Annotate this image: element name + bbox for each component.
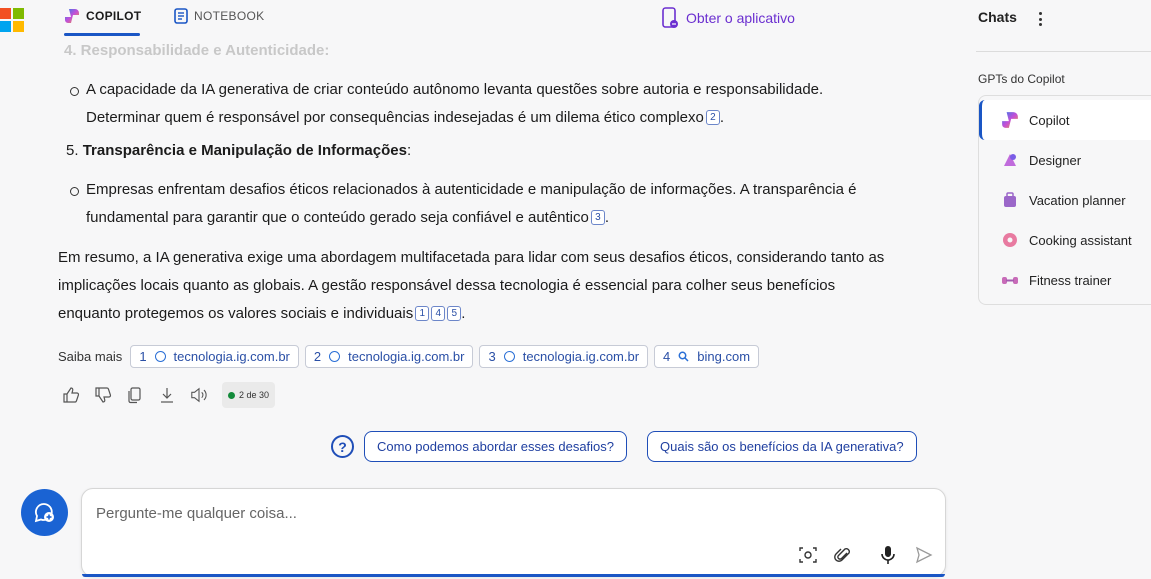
gpt-label: Designer: [1029, 152, 1082, 168]
search-icon: [678, 351, 689, 362]
summary-text: implicações locais quanto as globais. A …: [58, 277, 836, 294]
thumbs-up-icon[interactable]: [62, 386, 80, 404]
gpt-item-designer[interactable]: Designer: [979, 140, 1151, 180]
gpt-item-vacation-planner[interactable]: Vacation planner: [979, 180, 1151, 220]
section-title: Transparência e Manipulação de Informaçõ…: [82, 142, 407, 159]
bullet-transparency: Empresas enfrentam desafios éticos relac…: [70, 176, 916, 232]
chats-title: Chats: [978, 9, 1017, 25]
sources-row: Saiba mais 1 tecnologia.ig.com.br 2 tecn…: [58, 345, 760, 368]
faded-heading: 4. Responsabilidade e Autenticidade:: [64, 42, 330, 59]
source-domain: tecnologia.ig.com.br: [173, 349, 290, 364]
globe-icon: [154, 351, 166, 362]
citation-badge[interactable]: 5: [447, 306, 462, 321]
phone-icon: [662, 7, 678, 28]
new-topic-button[interactable]: [21, 489, 68, 536]
source-link[interactable]: 4 bing.com: [654, 345, 760, 368]
more-options-icon[interactable]: [1038, 12, 1042, 26]
source-link[interactable]: 1 tecnologia.ig.com.br: [130, 345, 299, 368]
get-app-label: Obter o aplicativo: [686, 10, 795, 26]
status-dot-icon: [228, 391, 235, 399]
counter-text: 2 de 30: [239, 390, 270, 400]
get-app-link[interactable]: Obter o aplicativo: [662, 7, 795, 29]
gpt-label: Vacation planner: [1029, 192, 1126, 208]
top-bar: COPILOT NOTEBOOK Obter o aplicativo: [0, 0, 962, 36]
tab-notebook[interactable]: NOTEBOOK: [174, 8, 264, 24]
section-heading-5: 5. Transparência e Manipulação de Inform…: [66, 137, 411, 165]
gpts-list: Copilot Designer Vacation planner Cookin…: [978, 95, 1151, 305]
copy-icon[interactable]: [126, 386, 144, 404]
bullet-text: Empresas enfrentam desafios éticos relac…: [86, 181, 857, 198]
citation-badge[interactable]: 4: [431, 306, 446, 321]
copilot-icon: [1002, 112, 1018, 128]
divider: [976, 51, 1151, 52]
active-tab-indicator: [64, 33, 140, 36]
bullet-text: A capacidade da IA generativa de criar c…: [86, 81, 824, 98]
punctuation: .: [719, 109, 725, 126]
source-number: 1: [139, 349, 147, 364]
designer-icon: [1004, 154, 1016, 166]
help-icon[interactable]: ?: [331, 435, 354, 458]
punctuation: .: [604, 209, 610, 226]
message-actions: 2 de 30: [62, 382, 276, 408]
visual-search-icon[interactable]: [798, 545, 818, 565]
thumbs-down-icon[interactable]: [94, 386, 112, 404]
source-domain: bing.com: [697, 349, 751, 364]
suggestion-chip[interactable]: Quais são os benefícios da IA generativa…: [647, 431, 917, 462]
source-domain: tecnologia.ig.com.br: [522, 349, 640, 364]
download-icon[interactable]: [158, 386, 176, 404]
gpt-item-fitness-trainer[interactable]: Fitness trainer: [979, 260, 1151, 300]
gpt-label: Copilot: [1029, 112, 1070, 128]
suggestion-chip[interactable]: Como podemos abordar esses desafios?: [364, 431, 628, 462]
sources-label: Saiba mais: [58, 349, 123, 364]
source-link[interactable]: 2 tecnologia.ig.com.br: [304, 345, 474, 368]
donut-icon: [1003, 233, 1017, 247]
new-chat-icon: [34, 502, 54, 522]
gpts-section-title: GPTs do Copilot: [978, 72, 1065, 86]
citation-badge[interactable]: 1: [415, 306, 430, 321]
summary-text: Em resumo, a IA generativa exige uma abo…: [58, 249, 885, 266]
right-sidebar: Chats GPTs do Copilot Copilot Designer V…: [962, 0, 1151, 579]
tab-copilot[interactable]: COPILOT: [64, 8, 141, 24]
gpt-item-copilot[interactable]: Copilot: [979, 100, 1151, 140]
source-domain: tecnologia.ig.com.br: [348, 349, 465, 364]
microsoft-logo-icon[interactable]: [0, 8, 24, 32]
summary-text: enquanto protegemos os valores sociais e…: [58, 305, 414, 322]
globe-icon: [329, 351, 341, 362]
bullet-text: fundamental para garantir que o conteúdo…: [86, 209, 589, 226]
speaker-icon[interactable]: [190, 386, 208, 404]
copilot-icon: [65, 9, 79, 23]
section-number: 5.: [66, 142, 79, 159]
bullet-text: Determinar quem é responsável por conseq…: [86, 109, 704, 126]
punctuation: .: [461, 305, 466, 322]
source-number: 3: [488, 349, 496, 364]
source-number: 4: [663, 349, 671, 364]
suitcase-icon: [1004, 192, 1016, 207]
citation-badge[interactable]: 3: [590, 210, 605, 225]
gpt-label: Fitness trainer: [1029, 272, 1112, 288]
citation-badge[interactable]: 2: [705, 110, 720, 125]
punctuation: :: [406, 142, 412, 159]
tab-notebook-label: NOTEBOOK: [194, 9, 265, 23]
response-counter: 2 de 30: [222, 382, 276, 408]
notebook-icon: [174, 8, 188, 24]
send-icon[interactable]: [914, 545, 934, 565]
dumbbell-icon: [1002, 277, 1018, 284]
source-link[interactable]: 3 tecnologia.ig.com.br: [479, 345, 649, 368]
gpt-item-cooking-assistant[interactable]: Cooking assistant: [979, 220, 1151, 260]
chat-input[interactable]: [96, 505, 876, 522]
bullet-responsibility: A capacidade da IA generativa de criar c…: [70, 76, 916, 132]
attachment-icon[interactable]: [833, 545, 853, 565]
tab-copilot-label: COPILOT: [86, 9, 142, 23]
composer: [81, 488, 946, 577]
globe-icon: [503, 351, 515, 362]
microphone-icon[interactable]: [878, 545, 898, 565]
summary-paragraph: Em resumo, a IA generativa exige uma abo…: [58, 244, 938, 328]
source-number: 2: [313, 349, 322, 364]
gpt-label: Cooking assistant: [1029, 232, 1132, 248]
